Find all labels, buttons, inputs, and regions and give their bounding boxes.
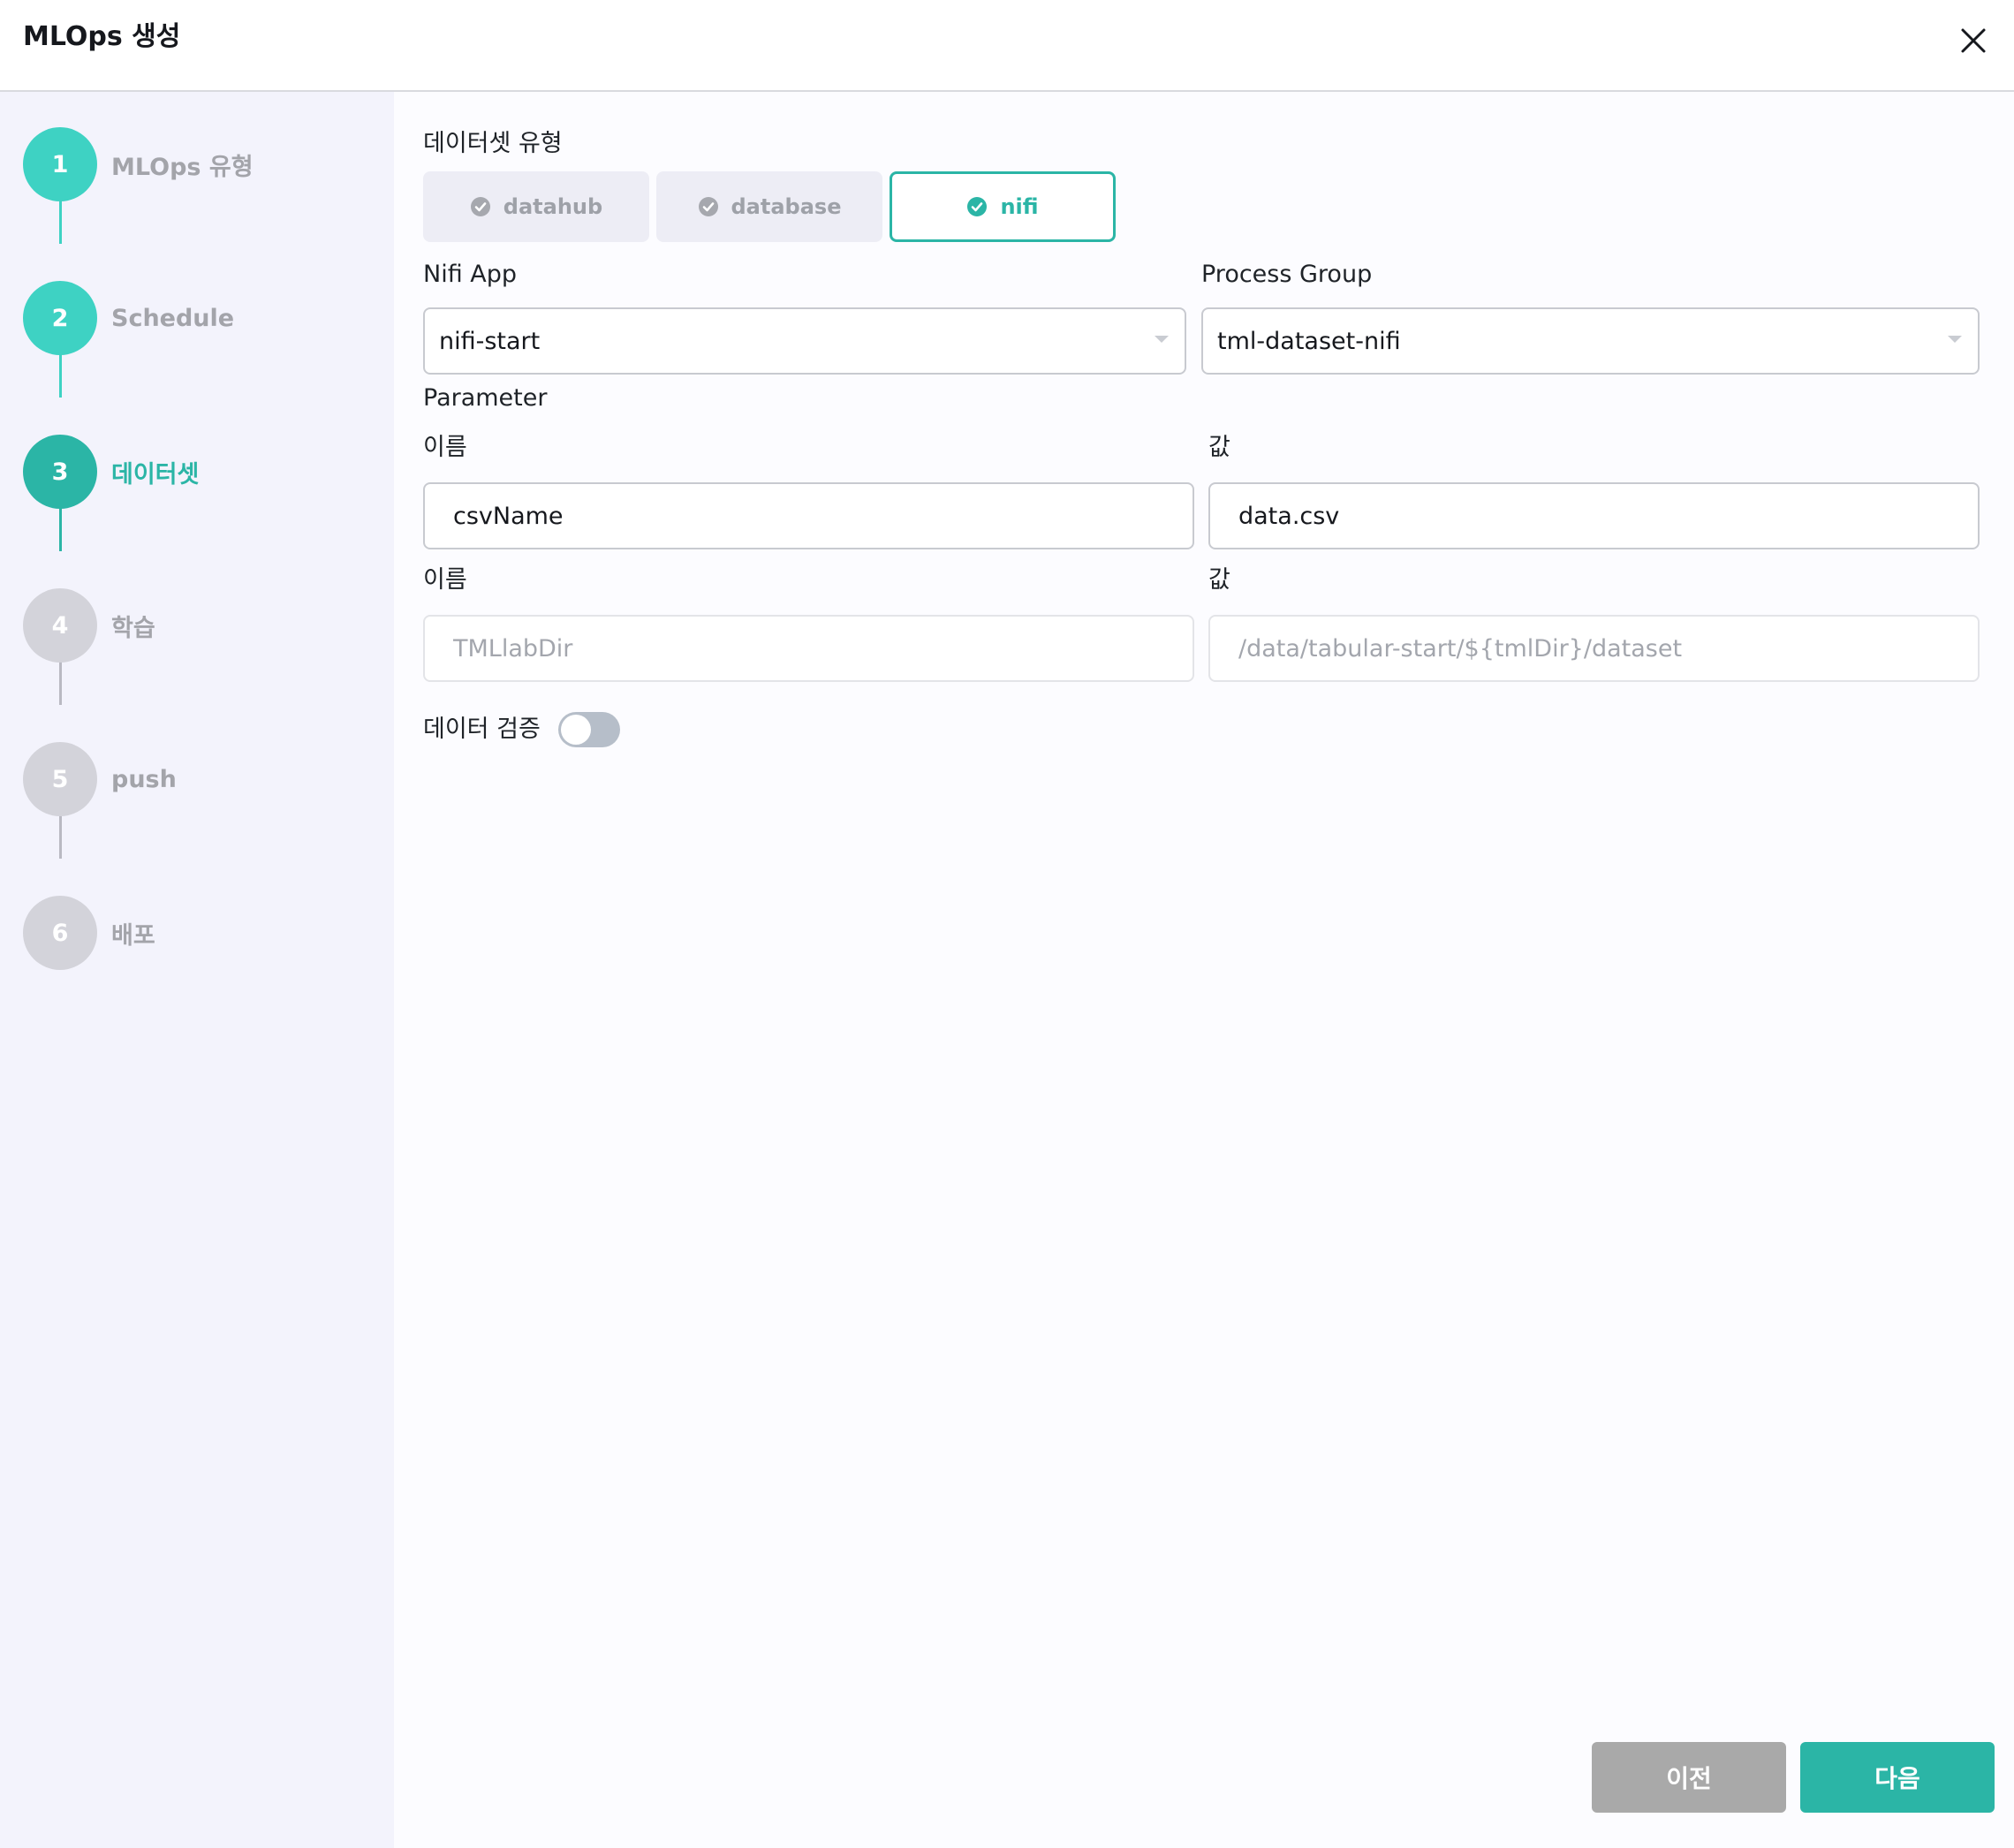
stepper-sidebar: 1 MLOps 유형 2 Schedule 3 데이터셋 4 학습 5 push… xyxy=(0,92,394,1848)
nifi-app-label: Nifi App xyxy=(423,261,518,288)
nifi-app-select[interactable]: nifi-start xyxy=(423,307,1186,375)
step-label: Schedule xyxy=(111,304,235,332)
check-circle-icon xyxy=(698,196,719,217)
check-circle-icon xyxy=(966,196,988,217)
type-option-label: nifi xyxy=(1000,194,1039,219)
type-option-label: database xyxy=(731,194,842,219)
type-option-database[interactable]: database xyxy=(656,171,882,242)
data-validation-toggle[interactable] xyxy=(558,712,620,747)
type-option-nifi[interactable]: nifi xyxy=(890,171,1116,242)
modal-header: MLOps 생성 xyxy=(0,0,2014,92)
step-number: 5 xyxy=(23,742,97,816)
step-schedule[interactable]: 2 Schedule xyxy=(23,281,234,355)
modal-title: MLOps 생성 xyxy=(23,21,181,52)
param-name-input xyxy=(423,615,1194,682)
process-group-label: Process Group xyxy=(1201,261,1373,288)
process-group-select[interactable]: tml-dataset-nifi xyxy=(1201,307,1980,375)
check-circle-icon xyxy=(470,196,491,217)
process-group-value: tml-dataset-nifi xyxy=(1217,327,1401,355)
param-value-label: 값 xyxy=(1208,434,1230,461)
data-validation-label: 데이터 검증 xyxy=(423,716,541,743)
parameter-label: Parameter xyxy=(423,384,548,412)
step-number: 1 xyxy=(23,127,97,201)
param-name-label: 이름 xyxy=(423,566,467,594)
step-label: 데이터셋 xyxy=(111,460,200,489)
step-deploy[interactable]: 6 배포 xyxy=(23,896,155,970)
type-option-datahub[interactable]: datahub xyxy=(423,171,649,242)
prev-button[interactable]: 이전 xyxy=(1592,1742,1786,1813)
param-value-label: 값 xyxy=(1208,566,1230,594)
dataset-type-label: 데이터셋 유형 xyxy=(423,130,563,157)
step-label: 배포 xyxy=(111,921,155,950)
step-number: 3 xyxy=(23,435,97,509)
step-number: 2 xyxy=(23,281,97,355)
step-label: push xyxy=(111,765,177,793)
close-icon xyxy=(1961,28,1986,53)
toggle-knob xyxy=(561,715,591,745)
param-name-input[interactable] xyxy=(423,482,1194,549)
step-label: 학습 xyxy=(111,614,155,642)
type-option-label: datahub xyxy=(503,194,603,219)
param-value-input[interactable] xyxy=(1208,482,1980,549)
param-value-input xyxy=(1208,615,1980,682)
close-button[interactable] xyxy=(1949,16,1998,65)
step-number: 6 xyxy=(23,896,97,970)
next-button[interactable]: 다음 xyxy=(1800,1742,1995,1813)
step-push[interactable]: 5 push xyxy=(23,742,177,816)
nifi-app-value: nifi-start xyxy=(439,327,541,355)
param-name-label: 이름 xyxy=(423,434,467,461)
step-training[interactable]: 4 학습 xyxy=(23,588,155,663)
step-dataset[interactable]: 3 데이터셋 xyxy=(23,435,199,509)
chevron-down-icon xyxy=(1155,336,1169,343)
main-content: 데이터셋 유형 datahub database nifi Nifi App P… xyxy=(394,92,2014,1848)
step-label: MLOps 유형 xyxy=(111,153,254,181)
chevron-down-icon xyxy=(1948,336,1962,343)
step-mlops-type[interactable]: 1 MLOps 유형 xyxy=(23,127,254,201)
step-number: 4 xyxy=(23,588,97,663)
